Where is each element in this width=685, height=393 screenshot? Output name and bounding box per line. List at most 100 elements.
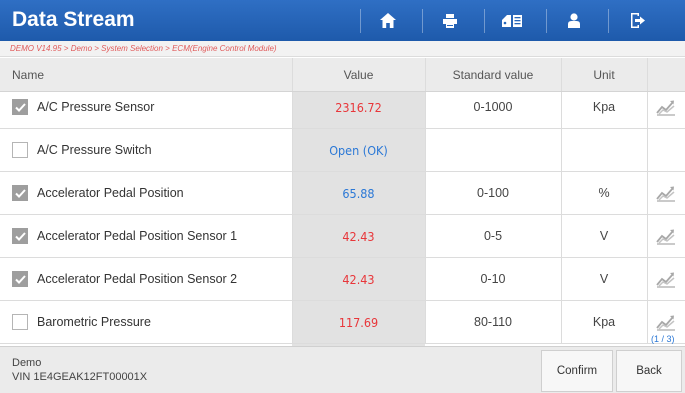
table-row[interactable]: Accelerator Pedal Position Sensor 2 42.43… — [0, 258, 685, 301]
checkmark-icon — [14, 188, 26, 198]
row-name: Barometric Pressure — [37, 315, 151, 329]
row-value: 2316.72 — [292, 92, 425, 128]
graph-icon[interactable] — [656, 313, 676, 331]
row-graph-cell[interactable] — [647, 172, 685, 214]
row-name-cell: Accelerator Pedal Position Sensor 1 — [0, 215, 292, 257]
user-button[interactable] — [548, 0, 600, 41]
cell-divider — [292, 172, 293, 214]
cell-divider — [561, 258, 562, 300]
cell-divider — [561, 92, 562, 128]
header-divider — [360, 9, 361, 33]
column-divider — [647, 58, 648, 91]
row-standard-value: 0-1000 — [473, 100, 513, 114]
checkmark-icon — [14, 102, 26, 112]
row-name-cell: A/C Pressure Sensor — [0, 92, 292, 128]
row-checkbox[interactable] — [12, 228, 28, 244]
row-name: A/C Pressure Sensor — [37, 100, 155, 114]
row-checkbox[interactable] — [12, 99, 28, 115]
page-title: Data Stream — [12, 8, 135, 31]
exit-icon — [631, 13, 645, 28]
footer: Demo VIN 1E4GEAK12FT00001X Confirm Back — [0, 346, 685, 393]
data-stream-list[interactable]: A/C Pressure Sensor 2316.72 0-1000 Kpa A/C P… — [0, 92, 685, 346]
row-name: Accelerator Pedal Position Sensor 1 — [37, 229, 238, 243]
row-checkbox[interactable] — [12, 271, 28, 287]
row-standard-value: 0-100 — [477, 186, 509, 200]
row-graph-cell — [647, 129, 685, 171]
header-divider — [484, 9, 485, 33]
row-checkbox[interactable] — [12, 185, 28, 201]
user-icon — [568, 13, 580, 28]
graph-icon[interactable] — [656, 270, 676, 288]
row-unit: Kpa — [592, 100, 616, 114]
cell-divider — [425, 301, 426, 343]
confirm-button[interactable]: Confirm — [541, 350, 613, 392]
cell-divider — [647, 301, 648, 343]
vehicle-info: Demo VIN 1E4GEAK12FT00001X — [12, 356, 147, 384]
row-value: Open (OK) — [292, 129, 425, 171]
cell-divider — [425, 172, 426, 214]
row-unit: Kpa — [592, 315, 616, 329]
row-standard-value: 0-10 — [480, 272, 506, 286]
graph-icon[interactable] — [656, 184, 676, 202]
breadcrumb: DEMO V14.95 > Demo > System Selection > … — [0, 41, 685, 57]
home-icon — [380, 13, 396, 28]
row-checkbox[interactable] — [12, 314, 28, 330]
table-row[interactable]: A/C Pressure Switch Open (OK) — [0, 129, 685, 172]
cell-divider — [647, 215, 648, 257]
report-button[interactable] — [486, 0, 538, 41]
checkmark-icon — [14, 274, 26, 284]
row-standard-value: 80-110 — [474, 315, 512, 329]
row-graph-cell[interactable] — [647, 258, 685, 300]
home-button[interactable] — [362, 0, 414, 41]
table-row[interactable]: A/C Pressure Sensor 2316.72 0-1000 Kpa — [0, 92, 685, 129]
graph-icon[interactable] — [656, 98, 676, 116]
title-bar: Data Stream — [0, 0, 685, 41]
row-name-cell: Accelerator Pedal Position Sensor 2 — [0, 258, 292, 300]
column-header-value: Value — [343, 68, 374, 82]
cell-divider — [292, 258, 293, 300]
cell-divider — [561, 172, 562, 214]
printer-icon — [443, 13, 457, 28]
table-row[interactable]: Barometric Pressure 117.69 80-110 Kpa — [0, 301, 685, 344]
row-standard-value: 0-5 — [483, 229, 503, 243]
row-name-cell: Accelerator Pedal Position — [0, 172, 292, 214]
graph-icon[interactable] — [656, 227, 676, 245]
cell-divider — [647, 172, 648, 214]
report-icon — [502, 14, 522, 27]
table-row[interactable]: Accelerator Pedal Position 65.88 0-100% — [0, 172, 685, 215]
cell-divider — [292, 129, 293, 171]
row-name: Accelerator Pedal Position — [37, 186, 184, 200]
cell-divider — [425, 215, 426, 257]
column-header-unit: Unit — [593, 68, 615, 82]
column-header-name: Name — [12, 68, 45, 82]
row-value: 42.43 — [292, 258, 425, 300]
row-graph-cell[interactable] — [647, 92, 685, 128]
cell-divider — [561, 129, 562, 171]
header-divider — [546, 9, 547, 33]
row-checkbox[interactable] — [12, 142, 28, 158]
row-name: A/C Pressure Switch — [37, 143, 152, 157]
row-value: 65.88 — [292, 172, 425, 214]
row-graph-cell[interactable] — [647, 215, 685, 257]
vin-number: VIN 1E4GEAK12FT00001X — [12, 371, 148, 383]
cell-divider — [292, 301, 293, 343]
print-button[interactable] — [424, 0, 476, 41]
row-name-cell: Barometric Pressure — [0, 301, 292, 343]
cell-divider — [425, 92, 426, 128]
row-unit — [561, 129, 647, 171]
table-header: Name Value Standard value Unit — [0, 58, 685, 92]
exit-button[interactable] — [612, 0, 664, 41]
row-unit: % — [598, 186, 610, 200]
cell-divider — [561, 215, 562, 257]
cell-divider — [647, 92, 648, 128]
cell-divider — [292, 92, 293, 128]
row-unit: V — [599, 229, 609, 243]
row-standard-value — [425, 129, 561, 171]
cell-divider — [647, 258, 648, 300]
row-name: Accelerator Pedal Position Sensor 2 — [37, 272, 238, 286]
row-name-cell: A/C Pressure Switch — [0, 129, 292, 171]
table-row[interactable]: Accelerator Pedal Position Sensor 1 42.43… — [0, 215, 685, 258]
vehicle-name: Demo — [12, 357, 42, 369]
checkmark-icon — [14, 231, 26, 241]
back-button[interactable]: Back — [616, 350, 682, 392]
